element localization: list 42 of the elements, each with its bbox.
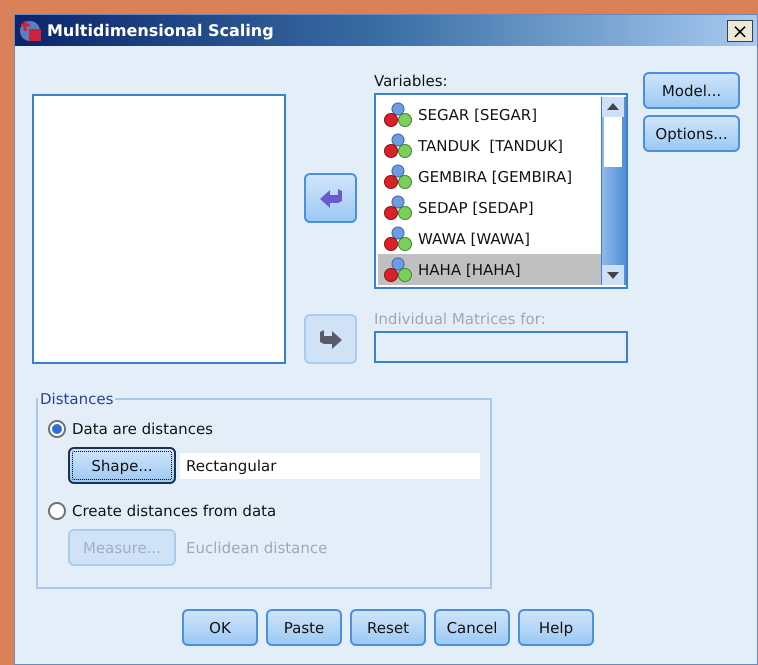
variable-icon — [384, 256, 412, 282]
variable-item[interactable]: TANDUK [TANDUK] — [378, 130, 601, 161]
variable-icon — [384, 194, 412, 220]
dialog-button[interactable]: Options... — [643, 115, 740, 152]
radio-button[interactable] — [48, 420, 66, 438]
dialog-button[interactable]: Shape... — [68, 447, 176, 484]
arrow-icon — [318, 187, 344, 209]
close-button[interactable]: × — [727, 20, 753, 42]
scroll-thumb[interactable] — [602, 117, 624, 167]
dialog-button[interactable]: Reset — [350, 609, 426, 646]
window-title: Multidimensional Scaling — [47, 21, 275, 40]
dialog-button[interactable]: Help — [518, 609, 594, 646]
dialog-button[interactable]: OK — [182, 609, 258, 646]
variable-icon — [384, 132, 412, 158]
scroll-down-button[interactable] — [602, 265, 624, 285]
variable-item[interactable]: SEDAP [SEDAP] — [378, 192, 601, 223]
variable-item[interactable]: HAHA [HAHA] — [378, 254, 601, 285]
variables-list[interactable]: SEGAR [SEGAR] TANDUK [TANDUK] GEMBIRA [GEMBIRA] SEDAP [SEDAP] WAWA [WAWA] HAHA [HAHA] — [374, 93, 628, 289]
value-field: Rectangular — [180, 452, 480, 478]
dialog-button[interactable]: Paste — [266, 609, 342, 646]
arrow-icon — [318, 328, 344, 350]
value-field: Euclidean distance — [180, 534, 480, 560]
radio-button[interactable] — [48, 502, 66, 520]
scrollbar-track[interactable] — [601, 97, 626, 285]
radio-label: Create distances from data — [72, 502, 276, 520]
variable-icon — [384, 102, 412, 128]
group-title: Distances — [39, 390, 114, 408]
move-button[interactable] — [304, 173, 357, 223]
variable-item[interactable]: WAWA [WAWA] — [378, 223, 601, 254]
variable-icon — [384, 226, 412, 252]
source-list[interactable] — [32, 94, 286, 364]
radio-label: Data are distances — [72, 420, 213, 438]
dialog-button[interactable]: Model... — [643, 72, 740, 109]
variables-label: Variables: — [374, 71, 449, 92]
individual-matrices-label: Individual Matrices for: — [374, 309, 547, 330]
individual-matrices-field[interactable] — [374, 331, 628, 363]
scroll-up-button[interactable] — [602, 97, 624, 117]
variable-icon — [384, 164, 412, 190]
dialog-button[interactable]: Cancel — [434, 609, 510, 646]
variable-item[interactable]: GEMBIRA [GEMBIRA] — [378, 161, 601, 192]
app-icon — [19, 18, 43, 42]
variable-item[interactable]: SEGAR [SEGAR] — [378, 99, 601, 130]
